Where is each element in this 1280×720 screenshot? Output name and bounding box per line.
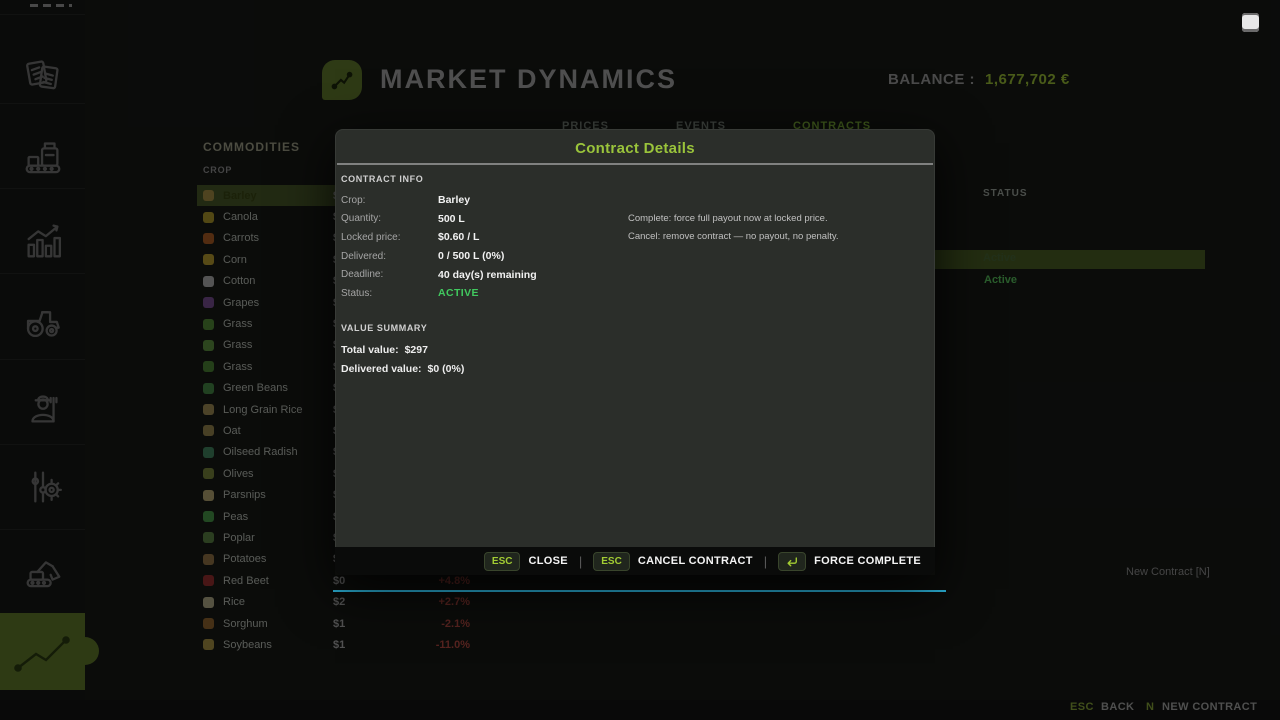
info-value: 40 day(s) remaining — [438, 269, 537, 281]
modal-title: Contract Details — [336, 130, 934, 163]
button-separator: | — [579, 554, 582, 569]
force-complete-button[interactable]: FORCE COMPLETE — [778, 552, 921, 571]
cancel-contract-button[interactable]: ESC CANCEL CONTRACT — [593, 552, 752, 571]
contract-info-row: Locked price: $0.60 / L — [341, 228, 627, 247]
info-value: ACTIVE — [438, 287, 479, 299]
delivered-value-label: Delivered value: — [341, 363, 422, 375]
total-value-row: Total value: $297 — [341, 340, 464, 359]
contract-info-rows: Crop: Barley Quantity: 500 L Locked pric… — [341, 191, 627, 303]
info-label: Locked price: — [341, 232, 438, 243]
enter-key-icon — [778, 552, 806, 571]
contract-details-modal: Contract Details CONTRACT INFO Crop: Bar… — [335, 129, 935, 575]
modal-divider — [337, 163, 933, 165]
modal-button-bar: ESC CLOSE | ESC CANCEL CONTRACT | FORCE … — [335, 547, 935, 575]
info-label: Crop: — [341, 195, 438, 206]
modal-notes: Complete: force full payout now at locke… — [628, 209, 839, 246]
contract-info-section: CONTRACT INFO Crop: Barley Quantity: 500… — [341, 174, 627, 303]
total-value-label: Total value: — [341, 344, 399, 356]
contract-info-title: CONTRACT INFO — [341, 174, 627, 184]
button-separator: | — [764, 554, 767, 569]
esc-key-badge: ESC — [484, 552, 521, 571]
modal-body: Contract Details CONTRACT INFO Crop: Bar… — [335, 129, 935, 547]
info-value: $0.60 / L — [438, 231, 479, 243]
delivered-value: $0 (0%) — [428, 363, 465, 375]
note-cancel: Cancel: remove contract — no payout, no … — [628, 228, 839, 247]
info-value: Barley — [438, 194, 470, 206]
value-summary-section: VALUE SUMMARY Total value: $297 Delivere… — [341, 323, 464, 378]
phone-icon[interactable] — [1242, 13, 1259, 32]
close-button[interactable]: ESC CLOSE — [484, 552, 568, 571]
force-complete-button-label: FORCE COMPLETE — [814, 555, 921, 567]
total-value: $297 — [405, 344, 428, 356]
delivered-value-row: Delivered value: $0 (0%) — [341, 359, 464, 378]
contract-info-row: Crop: Barley — [341, 191, 627, 210]
info-label: Delivered: — [341, 251, 438, 262]
info-value: 500 L — [438, 213, 465, 225]
note-complete: Complete: force full payout now at locke… — [628, 209, 839, 228]
value-summary-title: VALUE SUMMARY — [341, 323, 464, 333]
info-label: Deadline: — [341, 269, 438, 280]
selection-underline — [333, 590, 946, 592]
info-label: Status: — [341, 288, 438, 299]
contract-info-row: Quantity: 500 L — [341, 210, 627, 229]
cancel-contract-button-label: CANCEL CONTRACT — [638, 555, 753, 567]
esc-key-badge: ESC — [593, 552, 630, 571]
contract-info-row: Delivered: 0 / 500 L (0%) — [341, 247, 627, 266]
contract-info-row: Status: ACTIVE — [341, 284, 627, 303]
game-screen: MARKET DYNAMICS BALANCE : 1,677,702 € PR… — [0, 0, 1280, 720]
close-button-label: CLOSE — [528, 555, 567, 567]
contract-info-row: Deadline: 40 day(s) remaining — [341, 265, 627, 284]
info-value: 0 / 500 L (0%) — [438, 250, 504, 262]
info-label: Quantity: — [341, 213, 438, 224]
